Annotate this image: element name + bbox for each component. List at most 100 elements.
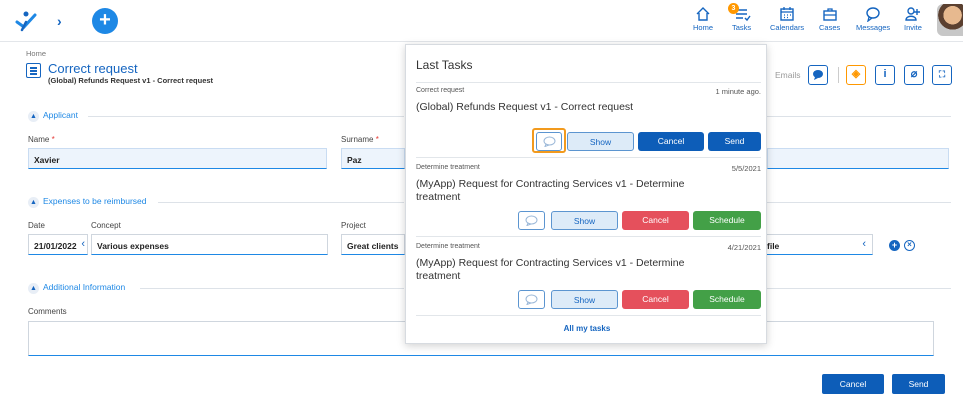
remove-row-icon[interactable]: × (904, 240, 915, 251)
task-item[interactable]: Correct request 1 minute ago. (Global) R… (416, 87, 761, 157)
task-item[interactable]: Determine treatment 4/21/2021 (MyApp) Re… (416, 243, 761, 315)
attachment-button[interactable]: ⌀ (904, 65, 924, 85)
show-button[interactable]: Show (551, 211, 618, 230)
all-my-tasks-link[interactable]: All my tasks (406, 324, 768, 333)
comment-icon (525, 294, 538, 306)
section-divider (767, 116, 951, 117)
cancel-button[interactable]: Cancel (822, 374, 884, 394)
popup-divider (416, 315, 761, 316)
name-label: Name * (28, 135, 55, 144)
nav-invite[interactable]: Invite (904, 6, 922, 32)
new-button[interactable]: + (92, 8, 118, 34)
app-logo-icon[interactable] (14, 10, 38, 32)
nav-invite-label: Invite (904, 23, 922, 32)
page-title: Correct request (48, 61, 138, 76)
nav-calendars[interactable]: Calendars (770, 6, 804, 32)
nav-cases[interactable]: Cases (819, 6, 840, 32)
comment-icon (525, 215, 538, 227)
surname-label: Surname * (341, 135, 379, 144)
nav-calendars-label: Calendars (770, 23, 805, 32)
task-time: 1 minute ago. (715, 87, 761, 96)
task-step: Determine treatment (416, 243, 480, 250)
task-name[interactable]: (MyApp) Request for Contracting Services… (416, 257, 716, 283)
send-button[interactable]: Send (892, 374, 945, 394)
page-subtitle: (Global) Refunds Request v1 - Correct re… (48, 76, 214, 85)
show-button[interactable]: Show (551, 290, 618, 309)
section-divider (767, 288, 951, 289)
comment-button[interactable] (536, 132, 562, 151)
section-applicant[interactable]: ▲ Applicant (28, 110, 78, 122)
tasks-badge: 3 (728, 3, 739, 14)
diamond-icon: ◈ (851, 68, 861, 80)
map-icon: ⛶ (938, 69, 946, 79)
section-divider (767, 202, 951, 203)
comment-icon (543, 136, 555, 148)
surname-field[interactable]: Paz (341, 148, 405, 169)
cancel-task-button[interactable]: Cancel (622, 290, 689, 309)
info-icon: i (883, 68, 887, 80)
task-name[interactable]: (MyApp) Request for Contracting Services… (416, 178, 716, 204)
name-field[interactable]: Xavier (28, 148, 327, 169)
comment-button[interactable] (518, 290, 545, 309)
section-divider (158, 202, 404, 203)
home-icon (696, 7, 710, 21)
add-user-icon (905, 7, 920, 21)
top-bar: › + Home 3 Tasks Calendars Cases Message… (0, 0, 963, 42)
file-value: file (767, 241, 780, 251)
task-time: 4/21/2021 (727, 243, 761, 252)
date-field[interactable]: 21/01/2022 ‹ (28, 234, 88, 255)
nav-home[interactable]: Home (693, 6, 713, 32)
map-button[interactable]: ⛶ (932, 65, 952, 85)
add-row-icon[interactable]: + (889, 240, 900, 251)
section-additional[interactable]: ▲ Additional Information (28, 282, 125, 294)
calendar-icon (780, 7, 794, 21)
diamond-button[interactable]: ◈ (846, 65, 866, 85)
cancel-task-button[interactable]: Cancel (638, 132, 704, 151)
user-avatar[interactable] (937, 4, 963, 36)
nav-cases-label: Cases (819, 23, 841, 32)
concept-label: Concept (91, 221, 121, 230)
chat-bubble-button[interactable] (808, 65, 828, 85)
task-name[interactable]: (Global) Refunds Request v1 - Correct re… (416, 101, 716, 114)
nav-messages-label: Messages (856, 23, 891, 32)
toolbar-divider (838, 67, 839, 83)
expand-menu-chevron-icon[interactable]: › (57, 13, 62, 29)
breadcrumb[interactable]: Home (26, 49, 46, 58)
date-chevron-icon[interactable]: ‹ (81, 238, 85, 250)
last-tasks-popup: Last Tasks Correct request 1 minute ago.… (405, 44, 767, 344)
section-expenses-label: Expenses to be reimbursed (43, 196, 147, 206)
nav-home-label: Home (693, 23, 714, 32)
comment-button[interactable] (518, 211, 545, 230)
schedule-button[interactable]: Schedule (693, 290, 761, 309)
task-item[interactable]: Determine treatment 5/5/2021 (MyApp) Req… (416, 164, 761, 236)
nav-tasks-label: Tasks (732, 23, 752, 32)
emails-button[interactable]: Emails (775, 70, 801, 80)
concept-field[interactable]: Various expenses (91, 234, 328, 255)
send-task-button[interactable]: Send (708, 132, 761, 151)
collapse-icon: ▲ (28, 197, 39, 208)
section-additional-label: Additional Information (43, 282, 126, 292)
cancel-task-button[interactable]: Cancel (622, 211, 689, 230)
nav-tasks[interactable]: 3 Tasks (728, 3, 752, 32)
file-chevron-icon[interactable]: ‹ (862, 238, 866, 250)
file-field[interactable]: file ‹ (767, 234, 873, 255)
applicant-extra-field[interactable] (767, 148, 949, 169)
task-step: Correct request (416, 87, 465, 94)
collapse-icon: ▲ (28, 111, 39, 122)
collapse-icon: ▲ (28, 283, 39, 294)
info-button[interactable]: i (875, 65, 895, 85)
show-button[interactable]: Show (567, 132, 634, 151)
section-expenses[interactable]: ▲ Expenses to be reimbursed (28, 196, 146, 208)
section-applicant-label: Applicant (43, 110, 78, 120)
comments-label: Comments (28, 307, 67, 316)
project-field[interactable]: Great clients (341, 234, 405, 255)
nav-messages[interactable]: Messages (856, 6, 890, 32)
chat-icon (866, 7, 880, 22)
schedule-button[interactable]: Schedule (693, 211, 761, 230)
emails-label: Emails (775, 70, 801, 80)
popup-divider (416, 82, 761, 83)
popup-divider (416, 157, 761, 158)
project-label: Project (341, 221, 366, 230)
briefcase-icon (822, 8, 837, 21)
date-label: Date (28, 221, 45, 230)
